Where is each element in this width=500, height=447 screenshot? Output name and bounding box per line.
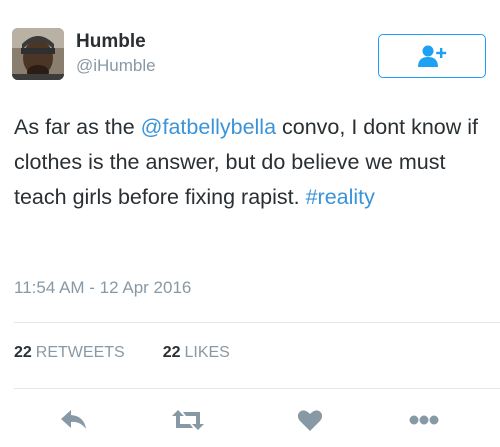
likes-count: 22 — [162, 344, 181, 361]
tweet-stats: 22 RETWEETS 22 LIKES — [14, 344, 230, 362]
divider — [14, 322, 500, 323]
retweet-button[interactable] — [168, 400, 208, 440]
hashtag-link[interactable]: #reality — [306, 185, 375, 209]
tweet-text-start: As far as the — [14, 115, 141, 139]
more-button[interactable] — [404, 400, 444, 440]
mention-link[interactable]: @fatbellybella — [141, 115, 276, 139]
retweet-icon — [172, 410, 204, 430]
retweets-count: 22 — [14, 344, 32, 361]
follow-button[interactable] — [378, 34, 486, 78]
like-button[interactable] — [290, 400, 330, 440]
likes-stat[interactable]: 22 LIKES — [163, 344, 230, 362]
reply-icon — [61, 410, 86, 429]
retweets-stat[interactable]: 22 RETWEETS — [14, 344, 125, 362]
heart-icon — [297, 410, 323, 431]
divider — [14, 388, 500, 389]
more-dots-icon — [409, 415, 439, 425]
tweet-actions — [0, 400, 500, 440]
avatar[interactable] — [12, 28, 64, 80]
tweet-card: Humble @iHumble As far as the @fatbellyb… — [0, 0, 500, 447]
avatar-image — [12, 28, 64, 80]
retweets-label: RETWEETS — [35, 344, 125, 361]
timestamp[interactable]: 11:54 AM - 12 Apr 2016 — [14, 278, 191, 298]
tweet-text: As far as the @fatbellybella convo, I do… — [14, 110, 484, 215]
author-handle[interactable]: @iHumble — [76, 56, 156, 76]
follow-user-icon — [418, 45, 447, 67]
likes-label: LIKES — [184, 344, 230, 361]
author-name[interactable]: Humble — [76, 31, 146, 53]
reply-button[interactable] — [54, 400, 94, 440]
